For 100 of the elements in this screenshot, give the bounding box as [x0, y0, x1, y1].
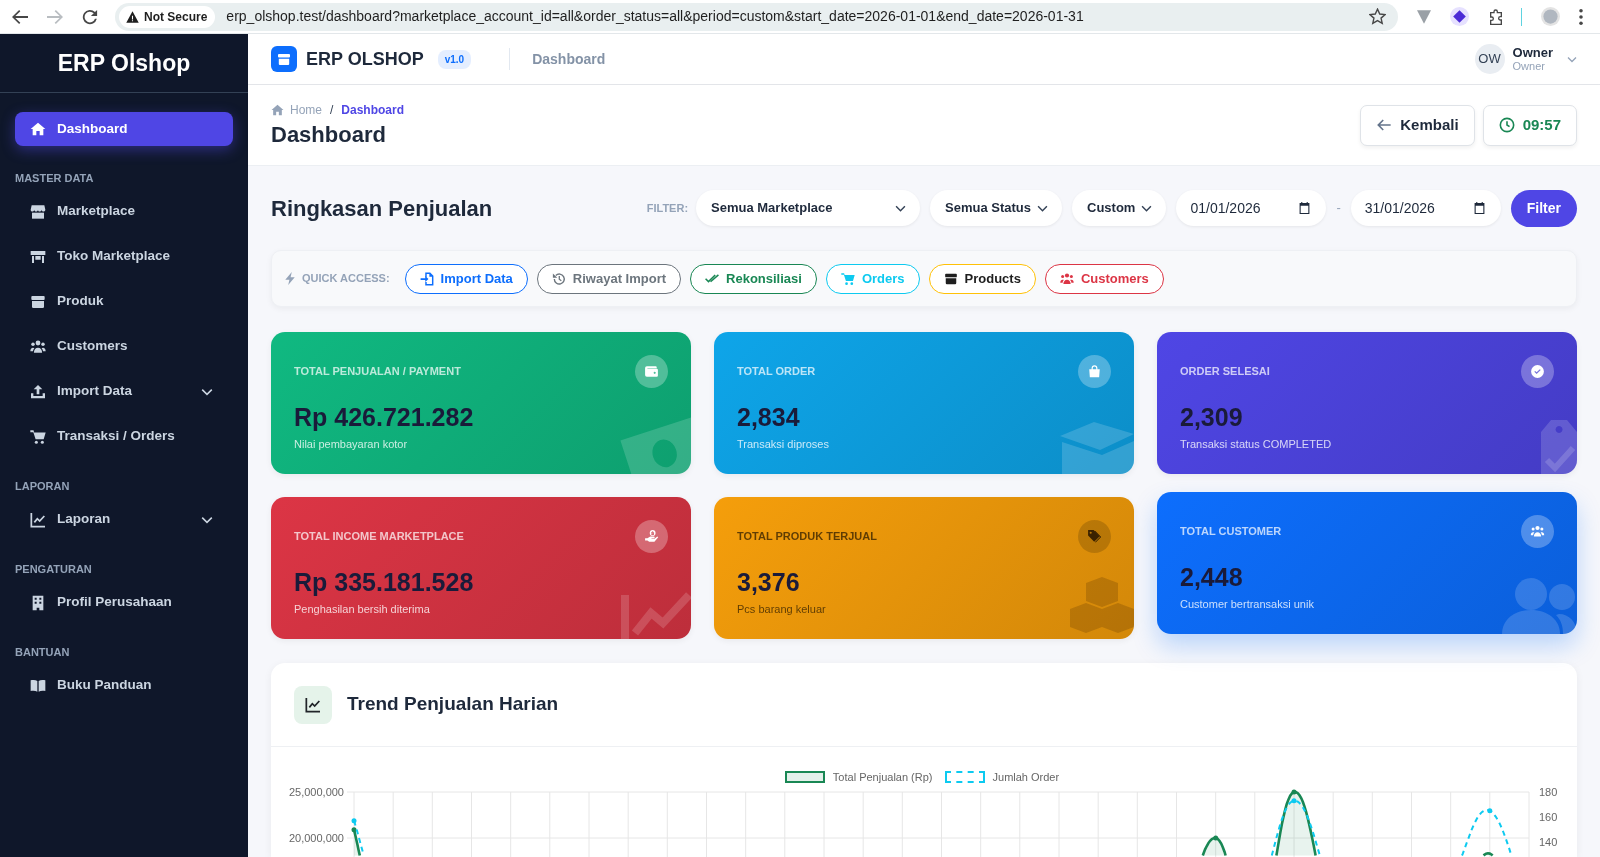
stat-label: ORDER SELESAI	[1180, 364, 1270, 380]
shop-icon	[30, 248, 46, 265]
chevron-icon	[1037, 204, 1049, 212]
filter-button[interactable]: Filter	[1510, 189, 1577, 227]
stat-caption: Transaksi diproses	[737, 437, 829, 452]
stat-label: TOTAL INCOME MARKETPLACE	[294, 529, 464, 545]
sidebar-item[interactable]: Produk	[15, 279, 233, 324]
arrow-left-icon	[12, 8, 28, 25]
logo-icon	[271, 46, 297, 72]
data-point	[1291, 789, 1297, 795]
clock-button[interactable]: 09:57	[1482, 104, 1577, 146]
back-button[interactable]: Kembali	[1360, 104, 1475, 146]
user-name[interactable]: Owner	[1512, 45, 1553, 60]
store-icon	[30, 203, 46, 220]
home-icon	[271, 104, 284, 116]
sidebar-item[interactable]: Transaksi / Orders	[15, 414, 233, 459]
address-bar[interactable]: Not Secure erp_olshop.test/dashboard?marketplace_account_id=all&order_status=all&period=custom&start_date=2026-01-01&end_date=2026-01-31	[115, 2, 1398, 31]
brand-name: ERP OLSHOP	[306, 47, 424, 71]
data-point	[351, 827, 357, 833]
tag-icon	[1541, 420, 1577, 474]
sidebar-item[interactable]: Dashboard	[15, 112, 233, 146]
stat-value: 2,834	[737, 402, 800, 432]
filter-select[interactable]: Semua Status	[930, 190, 1063, 226]
stat-label: TOTAL ORDER	[737, 364, 816, 380]
star-icon[interactable]	[1369, 8, 1386, 25]
section-heading: LAPORAN	[14, 479, 70, 494]
sidebar-item[interactable]: Marketplace	[15, 189, 233, 234]
chart-line-icon	[30, 511, 46, 528]
data-point	[1291, 798, 1297, 804]
users-icon	[1502, 578, 1577, 634]
quick-access-button[interactable]: Riwayat Import	[536, 263, 682, 294]
section-heading: MASTER DATA	[14, 171, 94, 186]
kebab-menu-icon[interactable]	[1579, 8, 1583, 25]
stat-value: 2,309	[1180, 402, 1243, 432]
sidebar-item[interactable]: Buku Panduan	[15, 663, 233, 708]
triangle-icon[interactable]	[1417, 9, 1431, 24]
stat-caption: Customer bertransaksi unik	[1180, 597, 1314, 612]
history-icon	[551, 271, 566, 286]
date-separator: -	[1336, 199, 1341, 218]
quick-access-button[interactable]: Import Data	[404, 263, 528, 294]
tags-icon	[1078, 520, 1111, 553]
data-point	[1487, 808, 1493, 814]
user-role: Owner	[1512, 60, 1546, 73]
box-icon	[30, 293, 46, 310]
puzzle-icon[interactable]	[1488, 8, 1504, 25]
user-avatar[interactable]: OW	[1474, 44, 1505, 74]
quick-access-button[interactable]: Rekonsiliasi	[690, 263, 817, 294]
axis-tick-label: 140	[1539, 836, 1558, 848]
page-title: Dashboard	[271, 121, 386, 149]
stat-value: Rp 335.181.528	[294, 567, 474, 597]
sidebar-item[interactable]: Laporan	[15, 497, 233, 542]
sidebar-item[interactable]: Profil Perusahaan	[15, 580, 233, 625]
bag-icon	[1078, 355, 1111, 388]
chart-icon	[294, 685, 332, 724]
axis-tick-label: 180	[1539, 786, 1558, 798]
stat-caption: Pcs barang keluar	[737, 602, 826, 617]
sidebar-item[interactable]: Toko Marketplace	[15, 234, 233, 279]
users-icon	[1521, 515, 1554, 548]
current-page-label: Dashboard	[532, 49, 606, 69]
legend-label: Total Penjualan (Rp)	[832, 769, 933, 785]
diamond-icon[interactable]	[1450, 7, 1469, 26]
arrow-right-icon	[47, 8, 63, 25]
quick-access-button[interactable]: Customers	[1044, 263, 1164, 294]
quick-access-button[interactable]: Products	[928, 263, 1036, 294]
chevron-icon	[895, 204, 907, 212]
stat-caption: Transaksi status COMPLETED	[1180, 437, 1332, 452]
file-import-icon	[419, 271, 434, 286]
building-icon	[30, 594, 46, 611]
section-heading: BANTUAN	[14, 645, 70, 660]
stat-value: Rp 426.721.282	[294, 402, 474, 432]
sidebar-item[interactable]: Import Data	[15, 369, 233, 414]
book-icon	[30, 677, 46, 694]
reload-icon	[82, 8, 98, 25]
security-chip[interactable]: Not Secure	[119, 5, 216, 28]
check-circle-icon	[1521, 355, 1554, 388]
filter-select[interactable]: Semua Marketplace	[696, 190, 921, 226]
filter-select[interactable]: Custom	[1072, 190, 1167, 226]
breadcrumb-link[interactable]: Dashboard	[341, 101, 405, 119]
bolt-icon	[285, 272, 295, 285]
calendar-icon	[1473, 202, 1485, 214]
open-box-icon	[1060, 422, 1134, 474]
arrow-left-icon	[1376, 117, 1393, 133]
chart-icon	[621, 591, 691, 639]
stat-value: 2,448	[1180, 562, 1243, 592]
section-heading: PENGATURAN	[14, 562, 92, 577]
calendar-icon	[1299, 202, 1311, 214]
breadcrumb-separator: /	[330, 102, 334, 119]
clock-icon	[1498, 117, 1515, 133]
date-field[interactable]: 31/01/2026	[1350, 190, 1501, 226]
url-text: erp_olshop.test/dashboard?marketplace_account_id=all&order_status=all&period=custom&start_date=2026-01-01&end_date=2026-01-31	[226, 7, 1084, 26]
stat-caption: Nilai pembayaran kotor	[294, 437, 408, 452]
sidebar-item[interactable]: Customers	[15, 324, 233, 369]
chart-title: Trend Penjualan Harian	[347, 692, 559, 717]
axis-tick-label: 20,000,000	[288, 832, 344, 844]
wallet-icon	[635, 355, 668, 388]
data-point	[1213, 835, 1219, 841]
date-field[interactable]: 01/01/2026	[1176, 190, 1327, 226]
stat-label: TOTAL PRODUK TERJUAL	[737, 529, 877, 545]
warning-icon	[126, 10, 139, 23]
quick-access-label: QUICK ACCESS:	[302, 271, 390, 287]
